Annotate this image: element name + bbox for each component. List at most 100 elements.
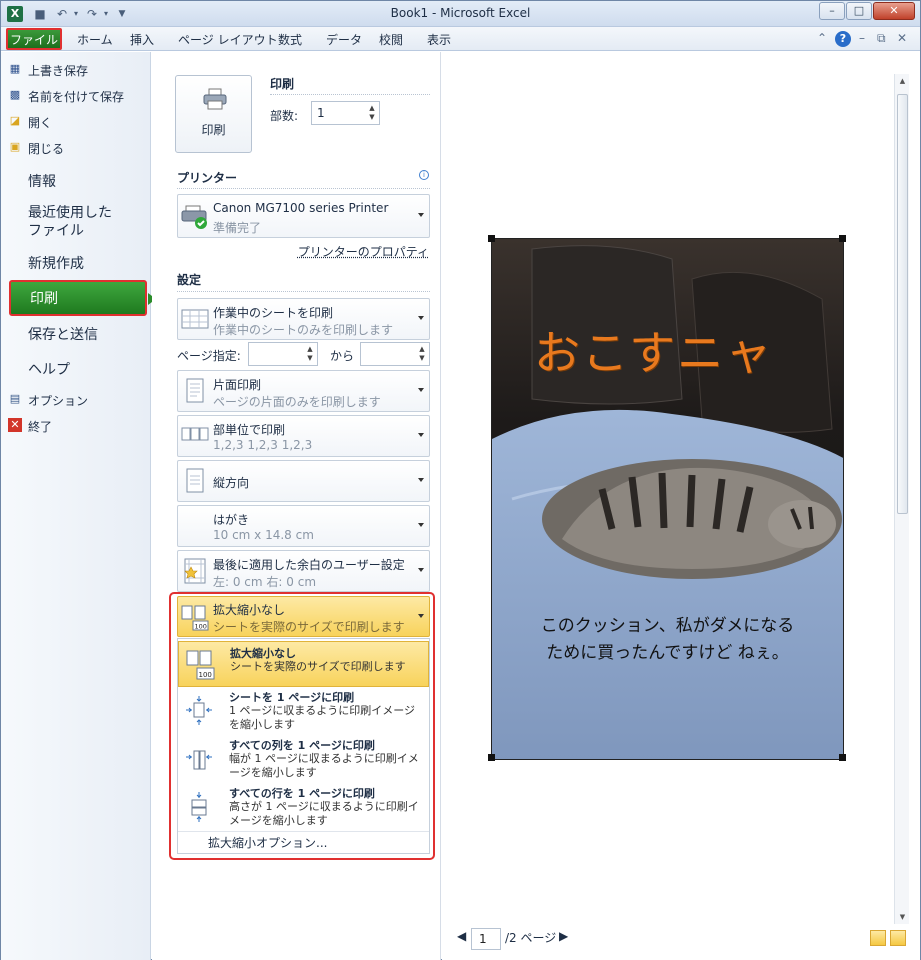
- chevron-down-icon: [418, 478, 424, 482]
- page-number-input[interactable]: 1: [471, 928, 501, 950]
- margin-handle[interactable]: [488, 235, 495, 242]
- print-what-sub: 作業中のシートのみを印刷します: [213, 323, 394, 337]
- tab-page-layout[interactable]: ページ レイアウト: [178, 31, 278, 48]
- collate-title: 部単位で印刷: [213, 423, 286, 437]
- spin-down-icon[interactable]: ▼: [417, 354, 427, 363]
- menu-item-no-scaling[interactable]: 100 拡大縮小なし シートを実際のサイズで印刷します: [178, 641, 429, 687]
- folder-close-icon: ▣: [9, 140, 21, 153]
- printer-icon: [203, 88, 227, 110]
- close-button[interactable]: ✕: [873, 2, 915, 20]
- spin-up-icon[interactable]: ▲: [305, 345, 315, 354]
- menu-item-desc: 幅が 1 ページに収まるように印刷イメージを縮小します: [229, 752, 419, 779]
- active-sheet-icon: [181, 309, 209, 329]
- close-command[interactable]: ▣ 閉じる: [10, 140, 64, 157]
- doc-minimize-icon[interactable]: –: [859, 31, 865, 45]
- no-scaling-icon: 100: [181, 605, 209, 630]
- nav-save-send[interactable]: 保存と送信: [28, 324, 98, 344]
- save-command[interactable]: ▦ 上書き保存: [10, 62, 88, 79]
- orientation-dropdown[interactable]: 縦方向: [177, 460, 430, 502]
- one-sided-icon: [186, 378, 204, 403]
- print-what-dropdown[interactable]: 作業中のシートを印刷 作業中のシートのみを印刷します: [177, 298, 430, 340]
- doc-close-icon[interactable]: ✕: [897, 31, 907, 45]
- nav-recent[interactable]: 最近使用した ファイル: [28, 204, 112, 240]
- pages-to-input[interactable]: ▲ ▼: [360, 342, 430, 366]
- title-bar: X ■ ↶ ▾ ↷ ▾ ▼ Book1 - Microsoft Excel – …: [1, 1, 920, 27]
- maximize-button[interactable]: □: [846, 2, 872, 20]
- scaling-title: 拡大縮小なし: [213, 603, 286, 617]
- printer-status: 準備完了: [213, 221, 262, 235]
- tab-data[interactable]: データ: [326, 31, 362, 48]
- margin-handle[interactable]: [839, 754, 846, 761]
- options-icon: ▤: [9, 392, 21, 405]
- orientation-title: 縦方向: [213, 476, 250, 490]
- no-scaling-icon: 100: [186, 650, 215, 680]
- show-margins-icon[interactable]: [870, 930, 886, 946]
- spin-up-icon[interactable]: ▲: [367, 104, 377, 113]
- scroll-up-icon[interactable]: ▲: [896, 74, 909, 88]
- menu-item-fit-rows[interactable]: すべての行を 1 ページに印刷 高さが 1 ページに収まるように印刷イメージを縮…: [178, 785, 429, 831]
- spin-down-icon[interactable]: ▼: [305, 354, 315, 363]
- margin-handle[interactable]: [839, 235, 846, 242]
- menu-item-desc: 1 ページに収まるように印刷イメージを縮小します: [229, 704, 416, 731]
- fit-columns-icon: [186, 750, 212, 770]
- pages-from-input[interactable]: ▲ ▼: [248, 342, 318, 366]
- tab-view[interactable]: 表示: [427, 31, 451, 48]
- printer-properties-link[interactable]: プリンターのプロパティ: [298, 243, 429, 260]
- printer-dropdown[interactable]: Canon MG7100 series Printer 準備完了: [177, 194, 430, 238]
- doc-restore-icon[interactable]: ⧉: [877, 31, 886, 46]
- save-as-icon: ▩: [9, 88, 21, 101]
- tab-formulas[interactable]: 数式: [278, 31, 302, 48]
- exit-icon: ✕: [8, 418, 22, 432]
- margin-handle[interactable]: [488, 754, 495, 761]
- ribbon-collapse-icon[interactable]: ⌃: [817, 31, 827, 45]
- scroll-thumb[interactable]: [897, 94, 908, 514]
- chevron-down-icon: [418, 433, 424, 437]
- minimize-button[interactable]: –: [819, 2, 845, 20]
- save-as-command[interactable]: ▩ 名前を付けて保存: [10, 88, 124, 105]
- next-page-icon[interactable]: ▶: [559, 929, 568, 943]
- menu-item-title: すべての行を 1 ページに印刷: [229, 787, 375, 800]
- print-heading: 印刷: [270, 77, 295, 91]
- print-button[interactable]: 印刷: [175, 75, 252, 153]
- spin-up-icon[interactable]: ▲: [417, 345, 427, 354]
- menu-item-desc: 高さが 1 ページに収まるように印刷イメージを縮小します: [229, 800, 419, 827]
- chevron-down-icon: [418, 388, 424, 392]
- margins-dropdown[interactable]: 最後に適用した余白のユーザー設定 左: 0 cm 右: 0 cm: [177, 550, 430, 592]
- preview-scrollbar[interactable]: ▲ ▼: [894, 74, 909, 924]
- menu-item-fit-columns[interactable]: すべての列を 1 ページに印刷 幅が 1 ページに収まるように印刷イメージを縮小…: [178, 737, 429, 785]
- printer-name: Canon MG7100 series Printer: [213, 201, 389, 215]
- scaling-dropdown[interactable]: 100 拡大縮小なし シートを実際のサイズで印刷します: [177, 596, 430, 637]
- scroll-down-icon[interactable]: ▼: [896, 910, 909, 924]
- menu-item-fit-sheet[interactable]: シートを 1 ページに印刷 1 ページに収まるように印刷イメージを縮小します: [178, 689, 429, 737]
- exit-command[interactable]: ✕ 終了: [8, 418, 52, 435]
- options-command[interactable]: ▤ オプション: [10, 392, 88, 409]
- copies-input[interactable]: 1 ▲ ▼: [311, 101, 380, 125]
- prev-page-icon[interactable]: ◀: [457, 929, 466, 943]
- save-icon: ▦: [9, 62, 21, 75]
- chevron-down-icon: [418, 316, 424, 320]
- zoom-to-page-icon[interactable]: [890, 930, 906, 946]
- open-command[interactable]: ◪ 開く: [10, 114, 52, 131]
- ribbon-tabs: ファイル ホーム 挿入 ページ レイアウト 数式 データ 校閲 表示 ⌃ – ⧉…: [1, 27, 920, 51]
- tab-home[interactable]: ホーム: [77, 31, 113, 48]
- tab-file[interactable]: ファイル: [6, 28, 62, 50]
- nav-help[interactable]: ヘルプ: [28, 359, 70, 379]
- nav-print[interactable]: 印刷: [9, 280, 156, 316]
- print-what-title: 作業中のシートを印刷: [213, 306, 334, 320]
- collate-dropdown[interactable]: 部単位で印刷 1,2,3 1,2,3 1,2,3: [177, 415, 430, 457]
- sides-dropdown[interactable]: 片面印刷 ページの片面のみを印刷します: [177, 370, 430, 412]
- info-icon[interactable]: i: [419, 170, 429, 180]
- print-button-label: 印刷: [201, 123, 226, 137]
- help-icon[interactable]: ?: [835, 31, 851, 47]
- tab-insert[interactable]: 挿入: [130, 31, 154, 48]
- excel-window: X ■ ↶ ▾ ↷ ▾ ▼ Book1 - Microsoft Excel – …: [0, 0, 921, 960]
- nav-new[interactable]: 新規作成: [28, 253, 84, 273]
- tab-review[interactable]: 校閲: [379, 31, 403, 48]
- paper-size-dropdown[interactable]: はがき 10 cm x 14.8 cm: [177, 505, 430, 547]
- divider: [177, 188, 430, 189]
- chevron-down-icon: [418, 568, 424, 572]
- spin-down-icon[interactable]: ▼: [367, 113, 377, 122]
- scaling-options-link[interactable]: 拡大縮小オプション...: [208, 834, 327, 851]
- nav-info[interactable]: 情報: [28, 171, 56, 191]
- overlay-text: おこすニャ: [534, 326, 774, 380]
